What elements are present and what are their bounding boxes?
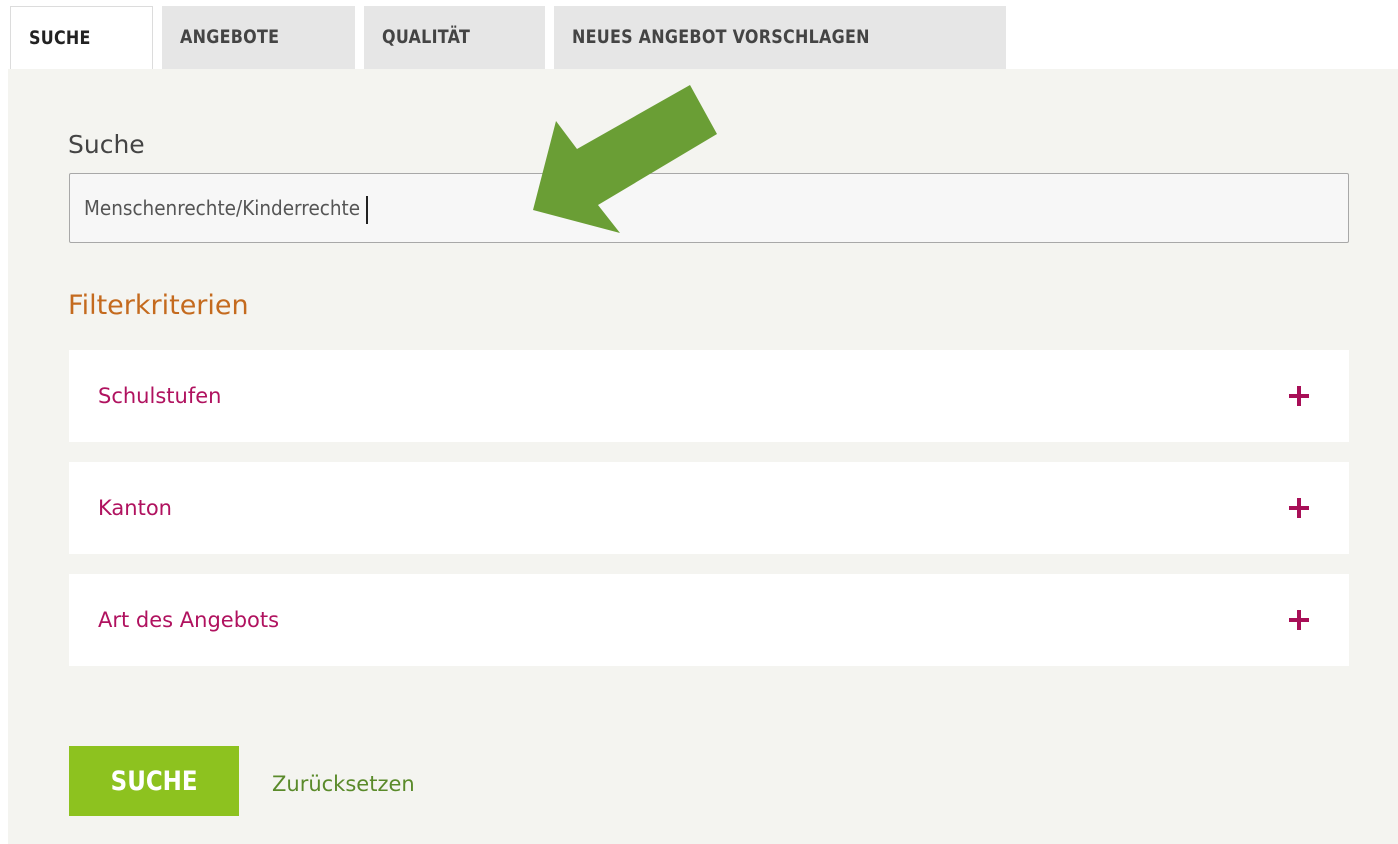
- arrow-icon: [533, 85, 717, 233]
